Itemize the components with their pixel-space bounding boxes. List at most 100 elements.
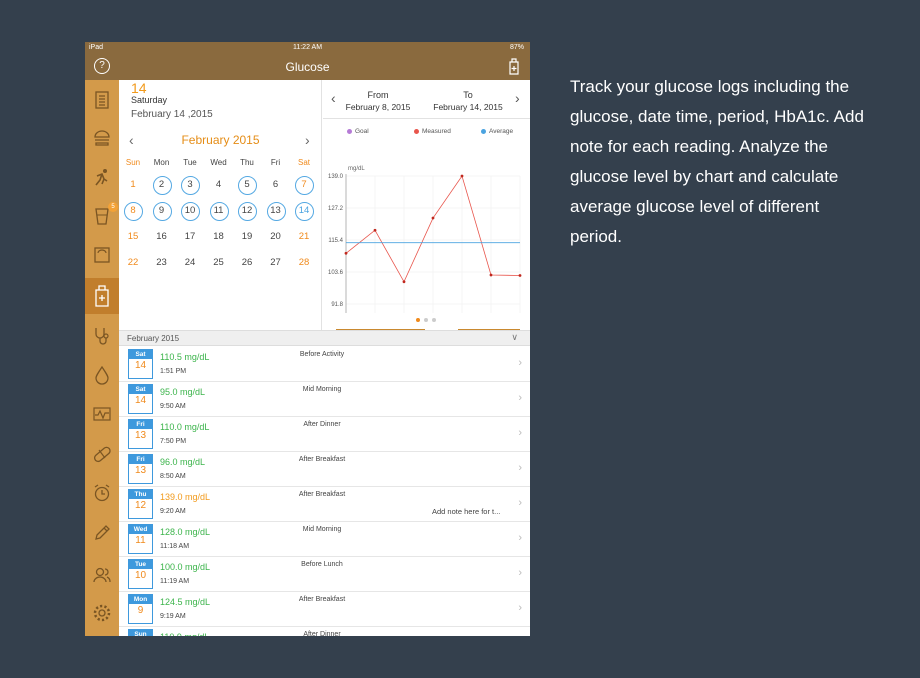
weight-scale-icon[interactable] bbox=[92, 245, 112, 265]
calendar-day[interactable]: 22 bbox=[119, 253, 147, 273]
reading-period: Before Activity bbox=[299, 351, 345, 358]
stethoscope-icon[interactable] bbox=[92, 326, 112, 346]
reading-note: Add note here for t... bbox=[432, 507, 501, 516]
calendar-day[interactable]: 7 bbox=[290, 175, 318, 195]
measured-point bbox=[460, 174, 464, 178]
date-badge-day: 14 bbox=[134, 395, 147, 406]
calendar-day[interactable]: 10 bbox=[176, 201, 204, 221]
page-dot[interactable] bbox=[424, 318, 428, 322]
date-badge: Wed 11 bbox=[128, 524, 153, 554]
medication-icon[interactable] bbox=[92, 444, 112, 464]
page-dot-active[interactable] bbox=[416, 318, 420, 322]
date-badge: Sat 14 bbox=[128, 349, 153, 379]
nav-bar: ? Glucose bbox=[85, 54, 530, 80]
next-range-arrow-icon[interactable]: › bbox=[515, 90, 520, 106]
calendar-day[interactable]: 26 bbox=[233, 253, 261, 273]
calendar-day[interactable]: 27 bbox=[262, 253, 290, 273]
users-icon[interactable] bbox=[92, 565, 112, 585]
calendar-day[interactable]: 4 bbox=[205, 175, 233, 195]
calendar-day[interactable]: 12 bbox=[233, 201, 261, 221]
log-row[interactable]: Sat 14 95.0 mg/dL 9:50 AM Mid Morning › bbox=[119, 382, 530, 417]
selected-day-number: 14 bbox=[131, 80, 147, 96]
glucose-reading: 139.0 mg/dL bbox=[160, 492, 211, 502]
log-row[interactable]: Sat 14 110.5 mg/dL 1:51 PM Before Activity › bbox=[119, 347, 530, 382]
blood-drop-icon[interactable] bbox=[92, 365, 112, 385]
pen-icon[interactable] bbox=[92, 523, 112, 543]
glucose-reading: 124.5 mg/dL bbox=[160, 597, 211, 607]
glucose-reading: 95.0 mg/dL bbox=[160, 387, 206, 397]
reading-period: Before Lunch bbox=[301, 561, 343, 568]
y-tick-label: 103.6 bbox=[328, 270, 344, 276]
log-row[interactable]: Wed 11 128.0 mg/dL 11:18 AM Mid Morning › bbox=[119, 522, 530, 557]
calendar-day[interactable]: 15 bbox=[119, 227, 147, 247]
reading-time: 11:18 AM bbox=[160, 543, 190, 550]
log-row[interactable]: Fri 13 110.0 mg/dL 7:50 PM After Dinner › bbox=[119, 417, 530, 452]
feature-description: Track your glucose logs including the gl… bbox=[570, 77, 864, 246]
alarm-clock-icon[interactable] bbox=[92, 483, 112, 503]
legend-measured-label: Measured bbox=[422, 128, 451, 135]
reading-period: After Breakfast bbox=[298, 456, 346, 463]
y-tick-label: 91.8 bbox=[331, 302, 343, 308]
calendar-day[interactable]: 25 bbox=[205, 253, 233, 273]
calendar-day[interactable]: 18 bbox=[205, 227, 233, 247]
calendar-day[interactable]: 20 bbox=[262, 227, 290, 247]
date-badge-weekday: Sat bbox=[129, 385, 152, 394]
calendar-day[interactable]: 6 bbox=[262, 175, 290, 195]
settings-gear-icon[interactable] bbox=[92, 603, 112, 623]
calendar-day[interactable]: 13 bbox=[262, 201, 290, 221]
reading-time: 9:20 AM bbox=[160, 508, 186, 515]
chart-panel: ‹ From February 8, 2015 To February 14, … bbox=[323, 80, 530, 345]
chevron-down-icon[interactable]: ∨ bbox=[511, 332, 518, 343]
glucose-tab[interactable] bbox=[85, 278, 119, 314]
date-badge-weekday: Mon bbox=[129, 595, 152, 604]
log-row[interactable]: Mon 9 124.5 mg/dL 9:19 AM After Breakfast › bbox=[119, 592, 530, 627]
date-badge: Fri 13 bbox=[128, 454, 153, 484]
date-badge: Sat 14 bbox=[128, 384, 153, 414]
calendar-day[interactable]: 17 bbox=[176, 227, 204, 247]
ipad-screen: iPad 11:22 AM 87% ? Glucose 5 14 Saturda… bbox=[85, 42, 530, 636]
calendar-day[interactable]: 19 bbox=[233, 227, 261, 247]
calendar-day[interactable]: 21 bbox=[290, 227, 318, 247]
calendar-day[interactable]: 5 bbox=[233, 175, 261, 195]
food-icon[interactable] bbox=[92, 128, 112, 148]
logbook-icon[interactable] bbox=[92, 90, 112, 110]
log-row[interactable]: Sun8110.9 mg/dLAfter Dinner› bbox=[119, 627, 530, 636]
calendar-day[interactable]: 3 bbox=[176, 175, 204, 195]
measured-point bbox=[489, 273, 493, 277]
date-badge-day: 12 bbox=[134, 500, 147, 511]
legend-goal-swatch bbox=[347, 128, 352, 134]
date-badge: Thu 12 bbox=[128, 489, 153, 519]
calendar-day[interactable]: 8 bbox=[119, 201, 147, 221]
legend-average-label: Average bbox=[489, 128, 514, 135]
glucose-reading: 128.0 mg/dL bbox=[160, 527, 211, 537]
calendar-day[interactable]: 2 bbox=[148, 175, 176, 195]
export-icon[interactable] bbox=[508, 58, 520, 75]
log-row[interactable]: Thu 12 139.0 mg/dL 9:20 AM After Breakfast Ad… bbox=[119, 487, 530, 522]
glucose-meter-icon bbox=[95, 285, 109, 307]
y-tick-label: 127.2 bbox=[328, 206, 344, 212]
calendar-day[interactable]: 28 bbox=[290, 253, 318, 273]
log-row[interactable]: Tue 10 100.0 mg/dL 11:19 AM Before Lunch › bbox=[119, 557, 530, 592]
date-badge-day: 11 bbox=[135, 535, 146, 546]
glucose-line-chart: mg/dL139.0127.2115.4103.691.880.0SunMonT… bbox=[328, 166, 522, 313]
glucose-log-list: February 2015 ∨ Sat 14 110.5 mg/dL 1:51 PM B… bbox=[119, 330, 530, 636]
calendar-day[interactable]: 1 bbox=[119, 175, 147, 195]
log-row[interactable]: Fri 13 96.0 mg/dL 8:50 AM After Breakfast › bbox=[119, 452, 530, 487]
y-axis-label: mg/dL bbox=[348, 166, 365, 172]
page-dot[interactable] bbox=[432, 318, 436, 322]
selected-full-date: February 14 ,2015 bbox=[131, 109, 213, 120]
heart-rate-icon[interactable] bbox=[92, 404, 112, 424]
calendar-day[interactable]: 16 bbox=[148, 227, 176, 247]
date-badge-weekday: Thu bbox=[129, 490, 152, 499]
list-month-header[interactable]: February 2015 ∨ bbox=[119, 330, 530, 346]
calendar-day[interactable]: 24 bbox=[176, 253, 204, 273]
activity-icon[interactable] bbox=[92, 168, 112, 188]
calendar-day[interactable]: 14 bbox=[290, 201, 318, 221]
calendar-day[interactable]: 23 bbox=[148, 253, 176, 273]
next-month-arrow-icon[interactable]: › bbox=[305, 132, 310, 148]
calendar-day[interactable]: 9 bbox=[148, 201, 176, 221]
weekday-header: Sun bbox=[125, 158, 141, 167]
calendar-day[interactable]: 11 bbox=[205, 201, 233, 221]
legend-average-swatch bbox=[481, 128, 486, 134]
y-tick-label: 139.0 bbox=[328, 174, 344, 180]
